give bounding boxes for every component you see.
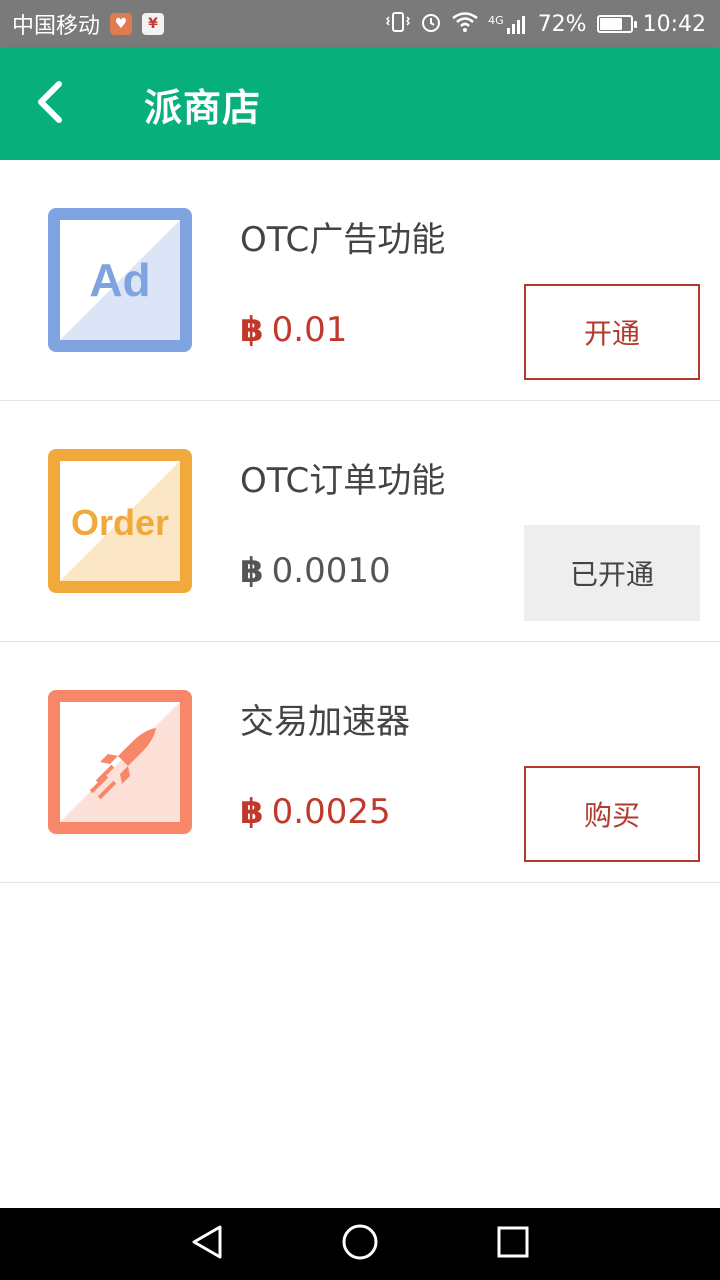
app-bar: 派商店 bbox=[0, 48, 720, 160]
price-value: 0.0010 bbox=[271, 551, 391, 591]
nav-home-button[interactable] bbox=[320, 1208, 400, 1280]
vibrate-icon bbox=[386, 11, 411, 38]
nav-back-button[interactable] bbox=[167, 1208, 247, 1280]
circle-home-icon bbox=[341, 1223, 379, 1265]
bitcoin-icon: ฿ bbox=[240, 551, 264, 591]
nav-recents-button[interactable] bbox=[473, 1208, 553, 1280]
clock: 10:42 bbox=[642, 11, 706, 37]
price-value: 0.01 bbox=[271, 310, 348, 350]
battery-percent: 72% bbox=[537, 11, 587, 37]
signal-strength-icon: 4G bbox=[488, 14, 528, 34]
item-name: 交易加速器 bbox=[240, 702, 410, 742]
rocket-icon bbox=[48, 690, 192, 834]
item-name: OTC广告功能 bbox=[240, 220, 446, 260]
item-price: ฿ 0.0025 bbox=[240, 792, 391, 832]
square-recents-icon bbox=[496, 1225, 530, 1263]
wifi-icon bbox=[452, 11, 478, 37]
order-icon: Order bbox=[48, 449, 192, 593]
list-item: Order OTC订单功能 ฿ 0.0010 已开通 bbox=[0, 401, 720, 642]
system-nav-bar bbox=[0, 1208, 720, 1280]
item-price: ฿ 0.01 bbox=[240, 310, 347, 350]
buy-button[interactable]: 购买 bbox=[524, 766, 700, 862]
page-title: 派商店 bbox=[144, 85, 262, 130]
network-type-label: 4G bbox=[488, 14, 504, 27]
order-icon-label: Order bbox=[71, 502, 169, 543]
bitcoin-icon: ฿ bbox=[240, 310, 264, 350]
activated-button[interactable]: 已开通 bbox=[524, 525, 700, 621]
list-item: Ad OTC广告功能 ฿ 0.01 开通 bbox=[0, 160, 720, 401]
status-bar-left: 中国移动 ♥ ¥ bbox=[12, 8, 165, 40]
carrier-name: 中国移动 bbox=[12, 14, 101, 39]
ad-icon: Ad bbox=[48, 208, 192, 352]
bitcoin-icon: ฿ bbox=[240, 792, 264, 832]
battery-icon bbox=[596, 15, 637, 33]
list-item: 交易加速器 ฿ 0.0025 购买 bbox=[0, 642, 720, 883]
status-bar-right: 4G 72% 10:42 bbox=[386, 11, 706, 38]
activate-button[interactable]: 开通 bbox=[524, 284, 700, 380]
alarm-icon bbox=[420, 11, 442, 38]
chevron-left-icon bbox=[35, 80, 65, 128]
status-bar: 中国移动 ♥ ¥ 4G 72% 10:42 bbox=[0, 0, 720, 48]
item-price: ฿ 0.0010 bbox=[240, 551, 391, 591]
battery-level bbox=[599, 18, 622, 30]
item-name: OTC订单功能 bbox=[240, 461, 446, 501]
back-button[interactable] bbox=[0, 48, 100, 160]
store-item-list: Ad OTC广告功能 ฿ 0.01 开通 Order OTC订单功能 ฿ 0.0… bbox=[0, 160, 720, 883]
yen-app-icon: ¥ bbox=[142, 13, 165, 35]
price-value: 0.0025 bbox=[271, 792, 391, 832]
ad-icon-label: Ad bbox=[89, 254, 150, 306]
heart-app-icon: ♥ bbox=[110, 13, 133, 35]
triangle-back-icon bbox=[190, 1224, 224, 1264]
